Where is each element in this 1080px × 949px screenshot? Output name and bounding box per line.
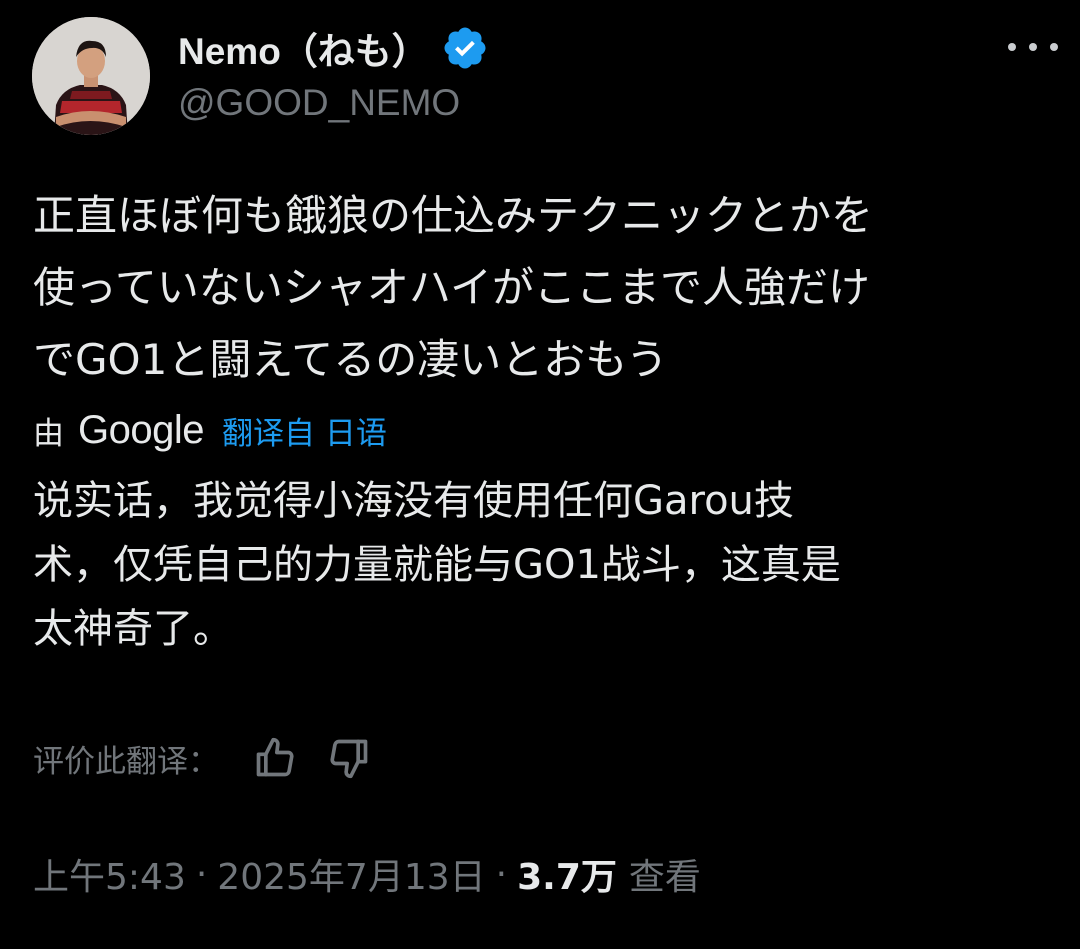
author-handle[interactable]: @GOOD_NEMO xyxy=(178,82,460,124)
rate-translation-row: 评价此翻译： xyxy=(33,730,371,786)
avatar[interactable] xyxy=(32,17,150,135)
translated-text-line: 术，仅凭自己的力量就能与GO1战斗，这真是 xyxy=(33,542,841,588)
tweet-text-line: でGO1と闘えてるの凄いとおもう xyxy=(33,335,668,384)
verified-badge-icon xyxy=(441,24,489,72)
tweet: Nemo（ねも） @GOOD_NEMO 正直ほぼ何も餓狼の仕込みテクニックとかを… xyxy=(0,0,1080,949)
translated-text-line: 太神奇了。 xyxy=(33,606,233,652)
translation-attribution: 由 Google 翻译自 日语 xyxy=(33,404,387,456)
views-label: 查看 xyxy=(628,857,701,898)
author-name-row: Nemo（ねも） xyxy=(178,22,489,74)
tweet-time[interactable]: 上午5:43 xyxy=(33,848,186,900)
thumbs-down-icon[interactable] xyxy=(327,736,371,780)
thumbs-up-icon[interactable] xyxy=(253,736,297,780)
meta-separator: · xyxy=(495,853,508,895)
more-horizontal-icon[interactable] xyxy=(1008,30,1058,64)
tweet-text: 正直ほぼ何も餓狼の仕込みテクニックとかを 使っていないシャオハイがここまで人強だ… xyxy=(33,180,1043,396)
google-logo: Google xyxy=(78,407,204,452)
author-display-name[interactable]: Nemo（ねも） xyxy=(178,21,429,75)
translated-text: 说实话，我觉得小海没有使用任何Garou技 术，仅凭自己的力量就能与GO1战斗，… xyxy=(33,469,1043,661)
tweet-date[interactable]: 2025年7月13日 xyxy=(217,848,485,900)
translated-from-link[interactable]: 翻译自 日语 xyxy=(222,408,387,453)
tweet-text-line: 正直ほぼ何も餓狼の仕込みテクニックとかを xyxy=(33,191,874,240)
meta-separator: · xyxy=(195,853,208,895)
translation-by-prefix: 由 xyxy=(33,415,64,452)
tweet-meta: 上午5:43 · 2025年7月13日 · 3.7万 查看 xyxy=(33,846,701,902)
avatar-image xyxy=(32,17,150,135)
tweet-text-line: 使っていないシャオハイがここまで人強だけ xyxy=(33,263,871,312)
rate-translation-label: 评价此翻译： xyxy=(33,743,219,780)
translated-text-line: 说实话，我觉得小海没有使用任何Garou技 xyxy=(33,478,794,524)
views-count: 3.7万 xyxy=(517,857,617,898)
